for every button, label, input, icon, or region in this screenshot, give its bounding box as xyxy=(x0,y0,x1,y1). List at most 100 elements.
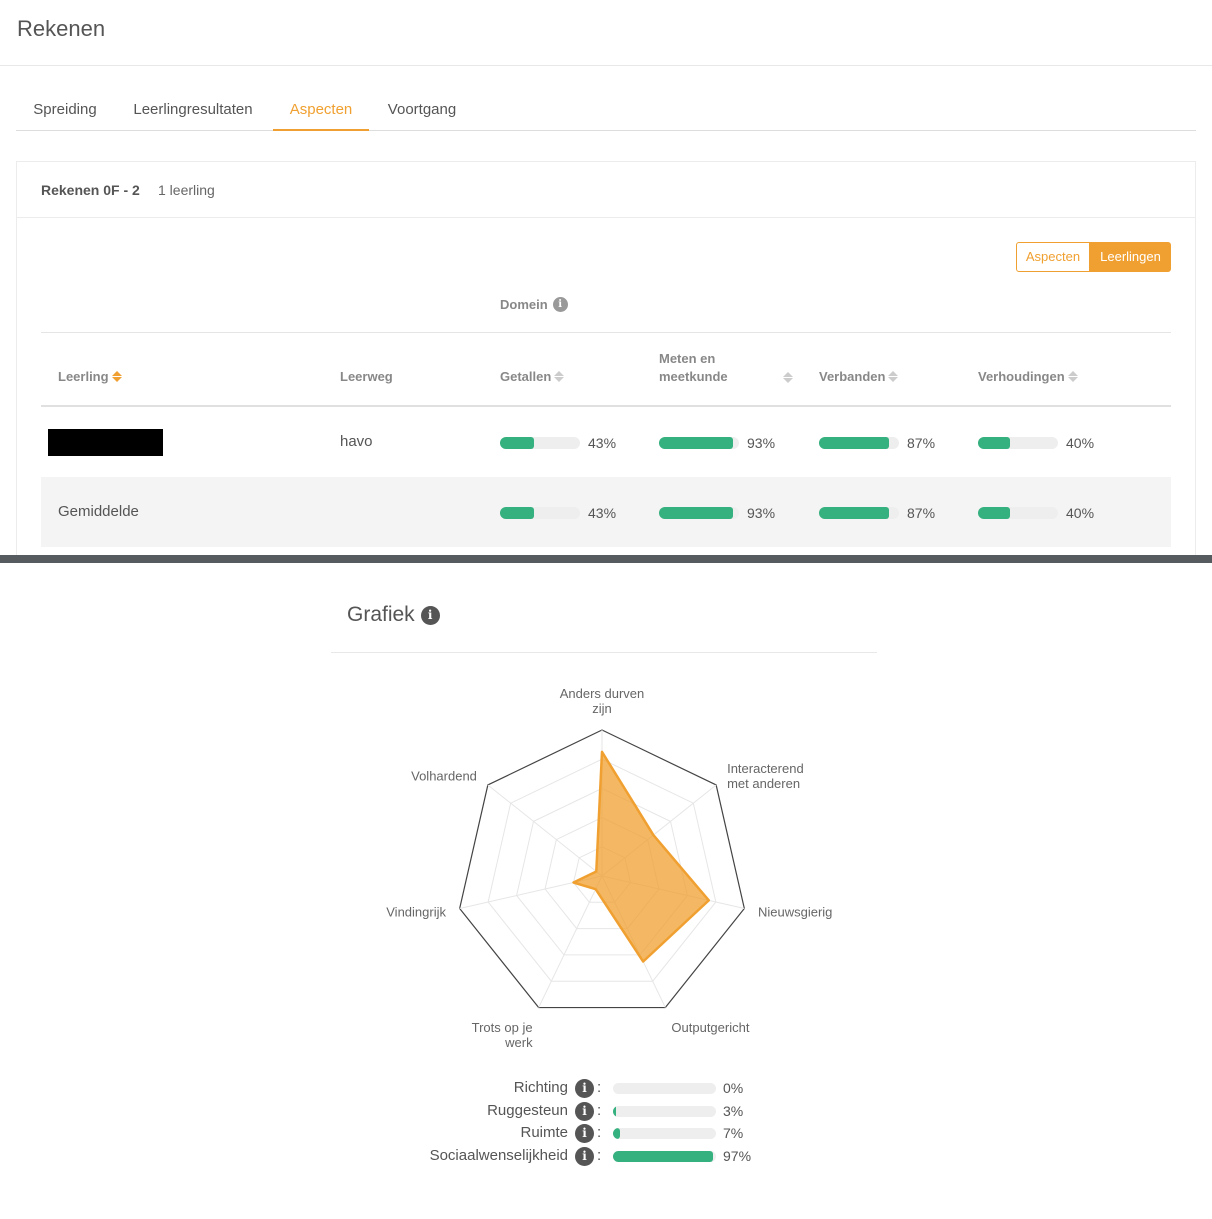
score-row: Sociaalwenselijkheid i: 97% xyxy=(380,1145,800,1167)
column-label: Verbanden xyxy=(819,369,886,384)
title-divider xyxy=(0,65,1212,66)
score-row: Ruimte i: 7% xyxy=(380,1122,800,1144)
tab-bar: Spreiding Leerlingresultaten Aspecten Vo… xyxy=(16,88,1196,131)
column-label: Verhoudingen xyxy=(978,369,1065,384)
info-icon[interactable]: i xyxy=(420,605,440,625)
score-value: 0% xyxy=(723,1080,744,1096)
progress-fill xyxy=(978,437,1010,449)
tab-spreiding[interactable]: Spreiding xyxy=(32,88,98,131)
grafiek-divider xyxy=(331,652,877,653)
domein-header: Domein i xyxy=(500,297,568,312)
page-title: Rekenen xyxy=(17,16,106,41)
column-label: Leerweg xyxy=(340,369,393,384)
progress-fill xyxy=(819,437,889,449)
colon: : xyxy=(597,1147,602,1165)
radar-axis-label: Interacterend met anderen xyxy=(727,761,804,792)
progress-bar xyxy=(613,1151,716,1163)
column-leerling[interactable]: Leerling xyxy=(58,369,122,384)
radar-axis-label: Trots op je werk xyxy=(471,1020,533,1051)
progress-bar xyxy=(978,507,1058,519)
score-label: Ruimte xyxy=(520,1124,568,1142)
info-icon[interactable]: i xyxy=(575,1101,594,1121)
info-icon[interactable]: i xyxy=(575,1124,594,1144)
colon: : xyxy=(597,1101,602,1119)
progress-bar xyxy=(613,1128,716,1140)
radar-spoke xyxy=(487,784,603,877)
colon: : xyxy=(597,1079,602,1096)
tab-aspecten[interactable]: Aspecten xyxy=(273,88,369,131)
progress-bar xyxy=(500,507,580,519)
score-label: Ruggesteun xyxy=(487,1101,568,1119)
domein-label: Domein xyxy=(500,297,548,312)
progress-fill xyxy=(500,437,535,449)
verhoudingen-cell: 40% xyxy=(978,505,1094,521)
percentage: 40% xyxy=(1066,435,1095,451)
radar-svg xyxy=(459,729,745,1009)
progress-fill xyxy=(978,507,1010,519)
radar-series-area xyxy=(572,750,711,963)
grafiek-label: Grafiek xyxy=(347,603,415,626)
progress-bar xyxy=(978,437,1058,449)
column-leerweg: Leerweg xyxy=(340,369,393,384)
colon: : xyxy=(597,1124,602,1142)
tab-voortgang[interactable]: Voortgang xyxy=(385,88,459,131)
tab-leerlingresultaten[interactable]: Leerlingresultaten xyxy=(130,88,256,131)
score-value: 3% xyxy=(723,1102,744,1119)
radar-chart: Anders durven zijn Interacterend met andere… xyxy=(380,686,840,1050)
sort-icon[interactable] xyxy=(554,371,565,382)
info-icon[interactable]: i xyxy=(552,297,568,312)
percentage: 87% xyxy=(907,435,936,451)
score-row: Ruggesteun i: 3% xyxy=(380,1100,800,1122)
percentage: 40% xyxy=(1066,505,1095,521)
table-row[interactable]: havo 43% 93% 87% 40% xyxy=(41,407,1171,477)
results-panel: Rekenen Spreiding Leerlingresultaten Asp… xyxy=(0,0,1212,561)
card-title: Rekenen 0F - 2 xyxy=(41,182,140,198)
header-divider xyxy=(41,332,1171,333)
progress-bar xyxy=(659,507,739,519)
average-row: Gemiddelde 43% 93% 87% 40% xyxy=(41,477,1171,547)
redacted-name xyxy=(48,429,163,456)
verbanden-cell: 87% xyxy=(819,505,935,521)
percentage: 43% xyxy=(588,505,617,521)
sort-icon[interactable] xyxy=(111,371,122,382)
progress-fill xyxy=(613,1151,713,1163)
column-verhoudingen[interactable]: Verhoudingen xyxy=(978,369,1078,384)
sort-icon[interactable] xyxy=(783,371,793,383)
percentage: 93% xyxy=(747,435,776,451)
sort-icon[interactable] xyxy=(888,371,899,382)
column-getallen[interactable]: Getallen xyxy=(500,369,565,384)
progress-bar xyxy=(819,507,899,519)
toggle-leerlingen-button[interactable]: Leerlingen xyxy=(1090,242,1171,272)
meten-cell: 93% xyxy=(659,505,775,521)
info-icon[interactable]: i xyxy=(575,1147,594,1167)
column-verbanden[interactable]: Verbanden xyxy=(819,369,899,384)
progress-bar xyxy=(500,437,580,449)
radar-axis-label: Outputgericht xyxy=(671,1020,750,1036)
view-toggle: Aspecten Leerlingen xyxy=(1016,242,1171,272)
progress-fill xyxy=(613,1105,617,1117)
percentage: 87% xyxy=(907,505,936,521)
progress-fill xyxy=(819,507,889,519)
average-label: Gemiddelde xyxy=(58,503,139,520)
percentage: 93% xyxy=(747,505,776,521)
progress-bar xyxy=(659,437,739,449)
progress-fill xyxy=(500,507,535,519)
column-meten[interactable]: Meten en meetkunde xyxy=(659,350,799,386)
toggle-aspecten-button[interactable]: Aspecten xyxy=(1016,242,1090,272)
screenshot-divider xyxy=(0,555,1212,563)
column-label: Meten en meetkunde xyxy=(659,351,728,384)
radar-axis-label: Vindingrijk xyxy=(386,904,446,920)
progress-fill xyxy=(659,507,734,519)
score-value: 97% xyxy=(723,1148,752,1165)
info-icon[interactable]: i xyxy=(575,1079,594,1098)
verhoudingen-cell: 40% xyxy=(978,435,1094,451)
sort-icon[interactable] xyxy=(1067,371,1078,382)
progress-bar xyxy=(819,437,899,449)
meten-cell: 93% xyxy=(659,435,775,451)
student-count: 1 leerling xyxy=(158,182,215,198)
score-label: Sociaalwenselijkheid xyxy=(429,1147,568,1165)
progress-fill xyxy=(613,1128,621,1140)
column-label: Getallen xyxy=(500,369,552,384)
leerweg-cell: havo xyxy=(340,433,373,450)
progress-bar xyxy=(613,1105,716,1117)
